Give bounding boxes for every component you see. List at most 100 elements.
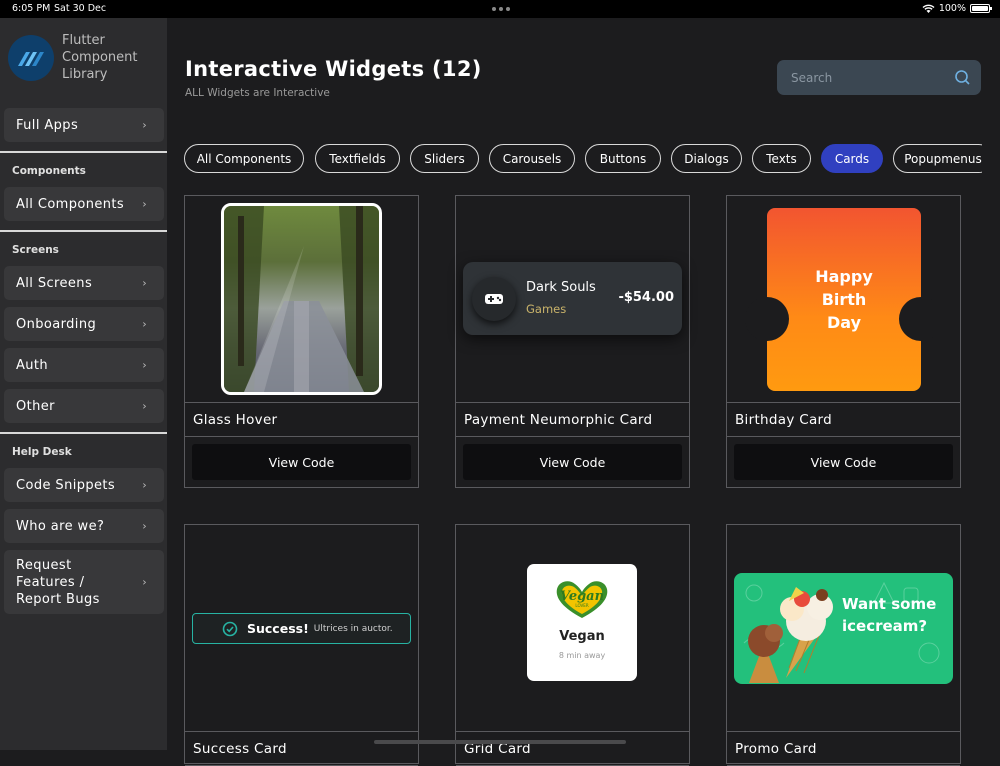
chevron-right-icon: › [142, 519, 147, 533]
payment-card[interactable]: Dark Souls Games -$54.00 [463, 262, 682, 335]
payment-name: Dark Souls [526, 280, 596, 295]
sidebar-item-request-features[interactable]: Request Features / Report Bugs › [4, 550, 164, 614]
card-title: Success Card [185, 731, 418, 766]
app-title: Flutter Component Library [62, 33, 138, 82]
chip-sliders[interactable]: Sliders [410, 144, 479, 173]
sidebar-item-onboarding[interactable]: Onboarding › [4, 307, 164, 341]
home-indicator[interactable] [374, 740, 626, 744]
check-circle-icon [222, 621, 238, 637]
sidebar-item-other[interactable]: Other › [4, 389, 164, 423]
chip-cards[interactable]: Cards [821, 144, 883, 173]
chevron-right-icon: › [142, 118, 147, 132]
sidebar-item-label: All Components [16, 196, 125, 212]
card-title: Glass Hover [185, 402, 418, 437]
card-grid: Vegan LOVER Vegan 8 min away Grid Card [455, 524, 690, 766]
success-label: Success! [247, 621, 309, 636]
wifi-icon [922, 4, 935, 13]
view-code-button[interactable]: View Code [463, 444, 682, 480]
sidebar-item-label: Onboarding [16, 316, 97, 332]
card-preview [185, 196, 418, 402]
card-birthday: Happy Birth Day Birthday Card View Code [726, 195, 961, 488]
card-success: Success! Ultrices in auctor. Success Car… [184, 524, 419, 766]
filter-chips: All Components Textfields Sliders Carous… [184, 144, 982, 173]
sidebar-item-all-screens[interactable]: All Screens › [4, 266, 164, 300]
sidebar-item-code-snippets[interactable]: Code Snippets › [4, 468, 164, 502]
divider [0, 432, 167, 434]
sidebar-item-label: Request Features / Report Bugs [16, 557, 100, 607]
card-preview: Happy Birth Day [727, 196, 960, 402]
divider [0, 151, 167, 153]
sidebar-item-label: Who are we? [16, 518, 105, 534]
page-subtitle: ALL Widgets are Interactive [185, 87, 330, 99]
divider [0, 230, 167, 232]
chip-popupmenus[interactable]: Popupmenus [893, 144, 982, 173]
payment-category: Games [526, 302, 567, 316]
sidebar-item-label: All Screens [16, 275, 93, 291]
sidebar-item-label: Other [16, 398, 55, 414]
card-promo: Want some icecream? Promo Card [726, 524, 961, 766]
gamepad-icon [472, 277, 516, 321]
sidebar-item-label: Full Apps [16, 117, 79, 133]
sidebar-item-label: Auth [16, 357, 49, 373]
sidebar-item-who-are-we[interactable]: Who are we? › [4, 509, 164, 543]
vegan-logo-text: Vegan [560, 589, 604, 604]
grid-item-name: Vegan [559, 629, 605, 644]
status-right: 100% [922, 3, 992, 14]
forest-image[interactable] [221, 203, 382, 395]
grid-item-subtitle: 8 min away [558, 651, 606, 660]
chip-texts[interactable]: Texts [752, 144, 811, 173]
chip-buttons[interactable]: Buttons [585, 144, 661, 173]
payment-amount: -$54.00 [618, 290, 674, 305]
chip-all-components[interactable]: All Components [184, 144, 304, 173]
sidebar-item-label: Code Snippets [16, 477, 116, 493]
section-title-help-desk: Help Desk [12, 446, 72, 458]
battery-icon [970, 4, 992, 13]
chip-textfields[interactable]: Textfields [315, 144, 400, 173]
promo-banner[interactable]: Want some icecream? [734, 573, 953, 684]
status-time: 6:05 PM [12, 3, 51, 14]
section-title-components: Components [12, 165, 86, 177]
sidebar-item-all-components[interactable]: All Components › [4, 187, 164, 221]
battery-fill [972, 6, 988, 11]
sidebar-item-full-apps[interactable]: Full Apps › [4, 108, 164, 142]
card-title: Payment Neumorphic Card [456, 402, 689, 437]
app-logo [8, 35, 54, 81]
card-preview: Vegan LOVER Vegan 8 min away [456, 525, 689, 731]
chevron-right-icon: › [142, 399, 147, 413]
vegan-logo-icon: Vegan LOVER [556, 581, 608, 618]
card-title: Promo Card [727, 731, 960, 766]
status-bar: 6:05 PM Sat 30 Dec 100% [0, 0, 1000, 18]
search-icon[interactable] [954, 69, 971, 86]
vegan-logo-subtext: LOVER [575, 603, 588, 608]
sidebar-item-auth[interactable]: Auth › [4, 348, 164, 382]
search-input[interactable]: Search [777, 60, 981, 95]
success-message: Ultrices in auctor. [313, 623, 393, 634]
chevron-right-icon: › [142, 478, 147, 492]
multitasking-dots-icon[interactable] [492, 7, 510, 11]
grid-item[interactable]: Vegan LOVER Vegan 8 min away [527, 564, 637, 681]
page-title: Interactive Widgets (12) [185, 57, 482, 81]
success-toast[interactable]: Success! Ultrices in auctor. [192, 613, 411, 644]
card-preview: Want some icecream? [727, 525, 960, 731]
status-date: Sat 30 Dec [54, 3, 107, 14]
chevron-right-icon: › [142, 317, 147, 331]
card-title: Grid Card [456, 731, 689, 766]
logo-icon [18, 52, 44, 66]
birthday-text: Happy Birth Day [815, 267, 873, 332]
card-glass-hover: Glass Hover View Code [184, 195, 419, 488]
card-payment-neumorphic: Dark Souls Games -$54.00 Payment Neumorp… [455, 195, 690, 488]
card-preview: Success! Ultrices in auctor. [185, 525, 418, 731]
search-placeholder: Search [791, 71, 833, 85]
promo-text: Want some icecream? [842, 595, 937, 635]
card-title: Birthday Card [727, 402, 960, 437]
birthday-ticket[interactable]: Happy Birth Day [745, 208, 943, 391]
view-code-button[interactable]: View Code [192, 444, 411, 480]
view-code-button[interactable]: View Code [734, 444, 953, 480]
sidebar: Flutter Component Library Full Apps › Com… [0, 18, 167, 750]
forest-path-graphic [224, 206, 379, 392]
chevron-right-icon: › [142, 197, 147, 211]
chip-carousels[interactable]: Carousels [489, 144, 575, 173]
card-preview: Dark Souls Games -$54.00 [456, 196, 689, 402]
chevron-right-icon: › [142, 575, 147, 589]
chip-dialogs[interactable]: Dialogs [671, 144, 742, 173]
